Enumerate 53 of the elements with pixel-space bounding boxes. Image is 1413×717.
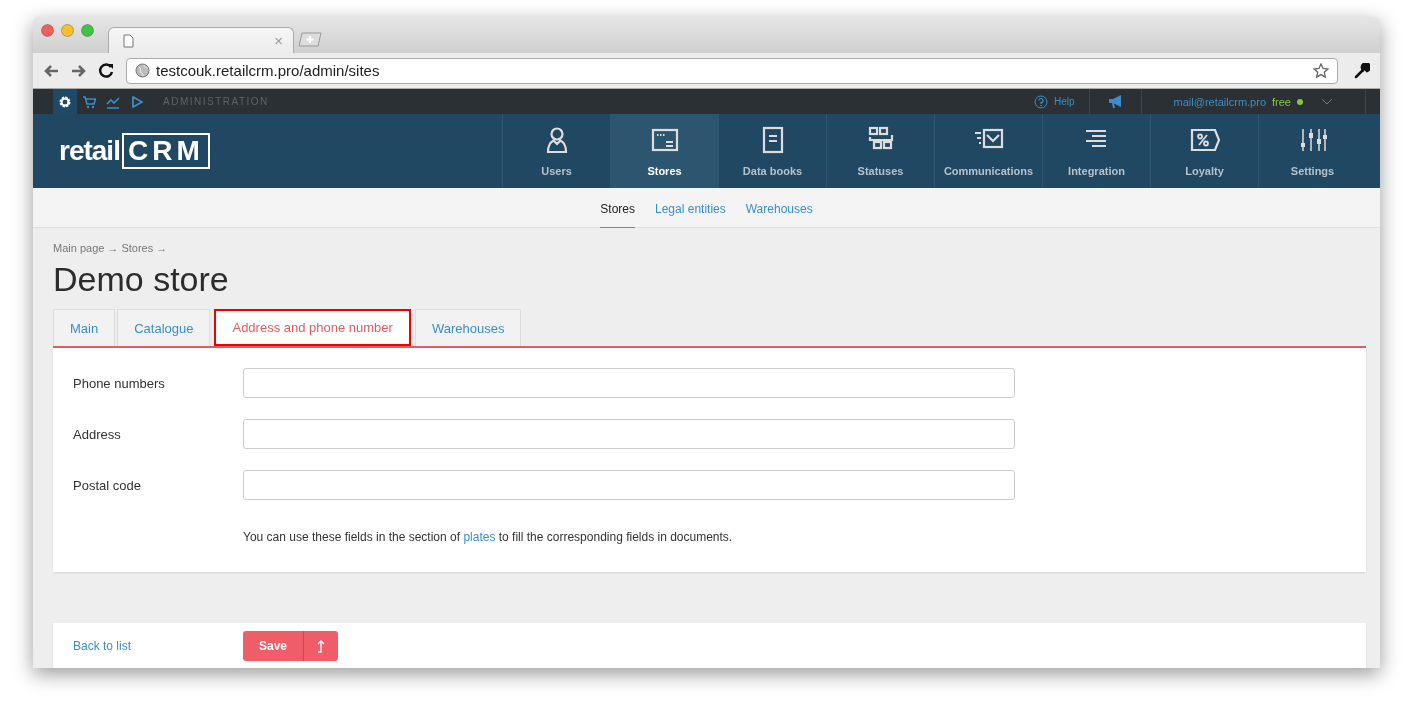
breadcrumb-arrow: → [156,242,168,254]
back-link[interactable]: Back to list [73,638,243,653]
save-and-up-button[interactable] [303,630,338,661]
up-arrow-icon [316,638,326,653]
help-icon [1034,94,1048,109]
tab[interactable]: Main [53,309,116,346]
chart-icon [106,94,120,109]
wrench-icon[interactable] [1354,62,1370,79]
breadcrumb-link[interactable]: Main page [53,242,105,254]
user-email[interactable]: mail@retailcrm.pro [1173,95,1267,108]
field-label: Phone numbers [73,375,166,391]
new-tab-icon[interactable] [298,32,322,47]
page-title: Demo store [53,260,230,299]
breadcrumb-link[interactable]: Stores [121,242,154,254]
page-icon [123,33,134,48]
plates-link[interactable]: plates [463,530,496,544]
close-tab-button[interactable]: × [274,32,283,49]
input-field[interactable] [243,419,1015,449]
url-text: testcouk.retailcrm.pro/admin/sites [156,62,380,79]
star-icon[interactable] [1313,62,1329,79]
input-field[interactable] [243,368,1015,398]
status-dot-icon [1297,98,1303,105]
address-bar[interactable]: testcouk.retailcrm.pro/admin/sites [126,57,1338,84]
logo-mark: CRM [121,133,210,169]
app-switch-button[interactable] [53,89,77,114]
save-button[interactable]: Save [243,630,303,661]
input-field[interactable] [243,470,1015,500]
help-text: Help [1054,96,1075,107]
logo-text: retail [59,135,120,167]
window-control-icon [61,24,74,37]
plan-label: free [1272,95,1291,108]
breadcrumb-arrow: → [107,242,119,254]
hint-text: You can use these fields in the section of plates to fill the corresponding fields in documents. [243,530,734,544]
globe-icon [135,63,150,78]
window-control-icon [41,24,54,37]
tab[interactable]: Address and phone number [214,309,411,346]
tab[interactable]: Warehouses [414,309,522,346]
chevron-down-icon[interactable] [1321,98,1333,105]
back-arrow-icon[interactable] [43,63,59,78]
window-control-icon [81,24,94,37]
field-label: Address [73,426,122,442]
nav-item[interactable]: Stores [610,114,718,188]
forward-arrow-icon[interactable] [71,63,87,78]
cart-icon [82,94,96,109]
subnav-tab[interactable]: Warehouses [745,188,813,228]
tab[interactable]: Catalogue [117,309,211,346]
browser-tab[interactable]: × [108,27,294,53]
megaphone-icon[interactable] [1107,95,1123,108]
subnav-tab[interactable]: Legal entities [655,188,726,228]
field-label: Postal code [73,477,142,493]
play-icon [130,94,144,109]
gear-icon [58,94,72,109]
reload-icon[interactable] [99,63,114,78]
